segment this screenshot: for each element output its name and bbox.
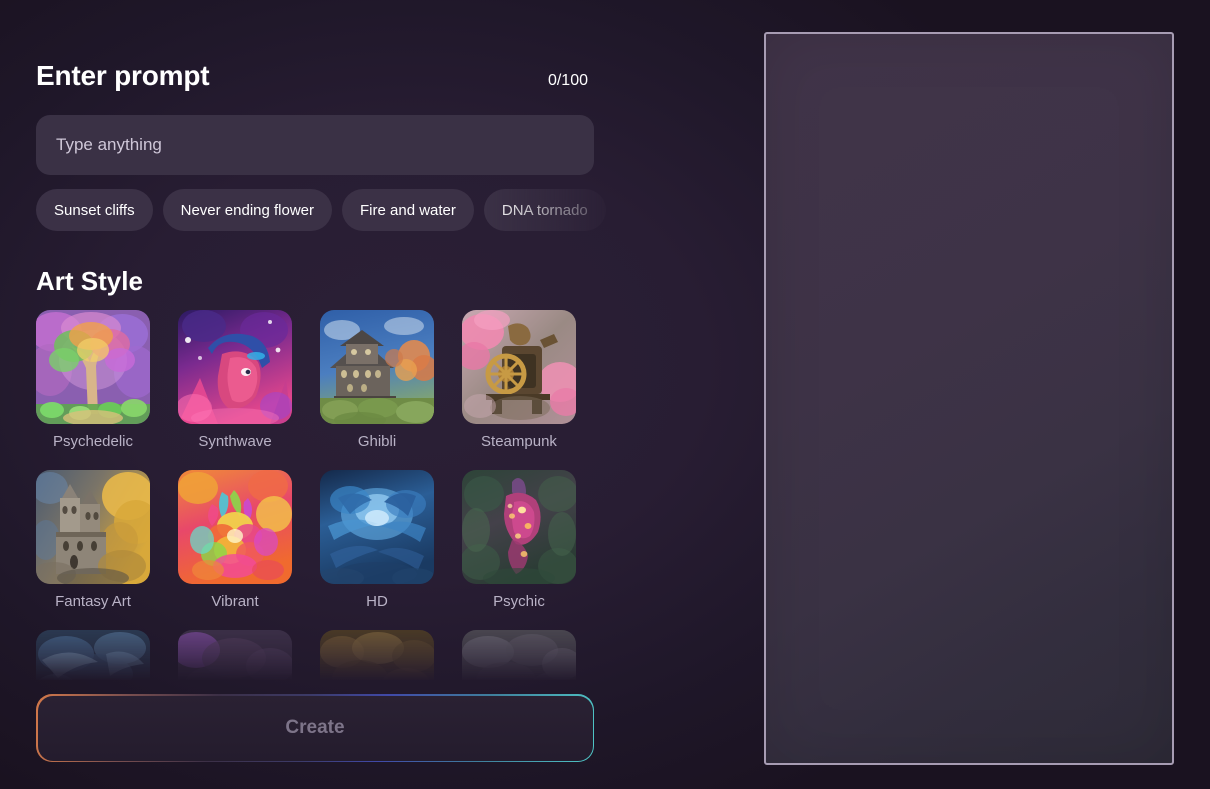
character-counter: 0/100: [547, 72, 588, 89]
art-style-option[interactable]: [462, 630, 576, 680]
prompt-input[interactable]: [36, 115, 594, 175]
suggestion-chip[interactable]: DNA tornado: [483, 189, 606, 231]
art-style-option[interactable]: Vibrant: [178, 470, 292, 610]
art-style-option[interactable]: Psychic: [462, 470, 576, 610]
art-style-label: Psychedelic: [52, 433, 134, 450]
art-style-label: Fantasy Art: [55, 593, 131, 610]
suggestion-chip[interactable]: Fire and water: [342, 189, 474, 231]
prompt-header: Enter prompt 0/100: [36, 60, 596, 100]
art-style-label: Psychic: [493, 593, 545, 610]
art-style-thumbnail: [462, 310, 576, 424]
art-style-thumbnail: [178, 630, 292, 680]
art-style-option[interactable]: Steampunk: [462, 310, 576, 450]
art-style-thumbnail: [320, 470, 434, 584]
art-style-option[interactable]: Ghibli: [320, 310, 434, 450]
art-style-label: HD: [366, 593, 388, 610]
art-style-label: Synthwave: [198, 433, 272, 450]
art-style-option[interactable]: Synthwave: [178, 310, 292, 450]
art-style-option[interactable]: [36, 630, 150, 680]
art-style-thumbnail: [36, 310, 150, 424]
art-style-grid-scroll[interactable]: Psychedelic Synthwave Ghibli Steampunk Fanta…: [36, 310, 616, 680]
art-style-option[interactable]: HD: [320, 470, 434, 610]
art-style-label: Ghibli: [357, 433, 397, 450]
art-style-thumbnail: [36, 630, 150, 680]
suggestion-chip[interactable]: Never ending flower: [162, 189, 333, 231]
app-root: Enter prompt 0/100 Sunset cliffsNever en…: [0, 0, 1210, 789]
art-style-thumbnail: [36, 470, 150, 584]
create-button[interactable]: Create: [37, 695, 593, 761]
page-title: Enter prompt: [36, 60, 210, 91]
image-preview-panel[interactable]: [764, 32, 1174, 765]
create-button-border: Create: [36, 694, 594, 762]
art-style-thumbnail: [178, 310, 292, 424]
prompt-panel: Enter prompt 0/100 Sunset cliffsNever en…: [0, 0, 636, 789]
art-style-thumbnail: [320, 310, 434, 424]
art-style-title: Art Style: [36, 266, 143, 296]
art-style-option[interactable]: [178, 630, 292, 680]
art-style-thumbnail: [462, 470, 576, 584]
art-style-option[interactable]: Fantasy Art: [36, 470, 150, 610]
art-style-option[interactable]: [320, 630, 434, 680]
suggestion-chip[interactable]: Sunset cliffs: [36, 189, 153, 231]
suggestion-chips: Sunset cliffs Never ending flower Fire and…: [36, 189, 636, 231]
art-style-thumbnail: [320, 630, 434, 680]
art-style-option[interactable]: Psychedelic: [36, 310, 150, 450]
art-style-thumbnail: [462, 630, 576, 680]
art-style-thumbnail: [178, 470, 292, 584]
art-style-label: Vibrant: [211, 593, 259, 610]
art-style-label: Steampunk: [481, 433, 557, 450]
